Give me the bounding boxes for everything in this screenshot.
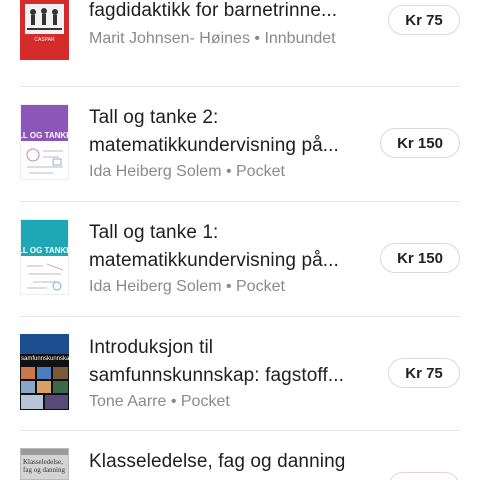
book-title-line: matematikkundervisning på...	[89, 135, 339, 156]
book-title-line: matematikkundervisning på...	[89, 250, 339, 271]
divider	[20, 201, 460, 202]
divider	[20, 86, 460, 87]
cover-illustration	[27, 263, 64, 291]
book-title[interactable]: Tall og tanke 2: matematikkundervisning …	[89, 104, 364, 160]
book-cover[interactable]: Klasseledelse, fag og danning	[20, 448, 69, 480]
book-meta: Ida Heiberg Solem • Pocket	[89, 278, 285, 295]
cover-illustration	[25, 4, 64, 34]
cover-band	[21, 449, 68, 455]
book-meta: Marit Johnsen- Høines • Innbundet	[89, 30, 336, 47]
book-list: CASPAR fagdidaktikk for barnetrinne... M…	[0, 0, 480, 480]
divider	[20, 316, 460, 317]
price-button[interactable]: Kr 75	[388, 5, 460, 35]
book-title[interactable]: Klasseledelse, fag og danning	[89, 448, 389, 476]
book-cover[interactable]: CASPAR	[20, 0, 69, 60]
cover-title: Klasseledelse, fag og danning	[23, 458, 65, 474]
divider	[20, 430, 460, 431]
book-meta: Ida Heiberg Solem • Pocket	[89, 163, 285, 180]
book-title-line: Klasseledelse, fag og danning	[89, 451, 346, 472]
book-title[interactable]: Introduksjon til samfunnskunnskap: fagst…	[89, 334, 364, 390]
book-title-line: samfunnskunnskap: fagstoff...	[89, 365, 344, 386]
book-cover[interactable]: LL OG TANKE	[20, 104, 69, 180]
cover-title: LL OG TANKE	[20, 246, 69, 255]
cover-photos	[21, 367, 68, 409]
cover-publisher: CASPAR	[34, 37, 55, 43]
price-button[interactable]: Kr 150	[380, 128, 460, 158]
cover-band	[20, 334, 69, 354]
book-meta: Tone Aarre • Pocket	[89, 393, 230, 410]
cover-illustration	[26, 148, 63, 174]
book-title-line: Tall og tanke 2:	[89, 107, 219, 128]
book-title-line: Introduksjon til	[89, 337, 214, 358]
book-title[interactable]: fagdidaktikk for barnetrinne...	[89, 0, 364, 25]
cover-title: LL OG TANKE	[20, 131, 69, 140]
book-cover[interactable]: samfunnskunnskap	[20, 334, 69, 410]
cover-title: samfunnskunnskap	[21, 356, 69, 362]
book-title-line: fagdidaktikk for barnetrinne...	[89, 0, 338, 21]
book-title-line: Tall og tanke 1:	[89, 222, 219, 243]
price-button[interactable]: Kr 75	[388, 358, 460, 388]
price-button[interactable]: Kr 150	[380, 243, 460, 273]
book-title[interactable]: Tall og tanke 1: matematikkundervisning …	[89, 219, 364, 275]
price-button[interactable]	[388, 472, 460, 480]
book-cover[interactable]: LL OG TANKE	[20, 219, 69, 295]
